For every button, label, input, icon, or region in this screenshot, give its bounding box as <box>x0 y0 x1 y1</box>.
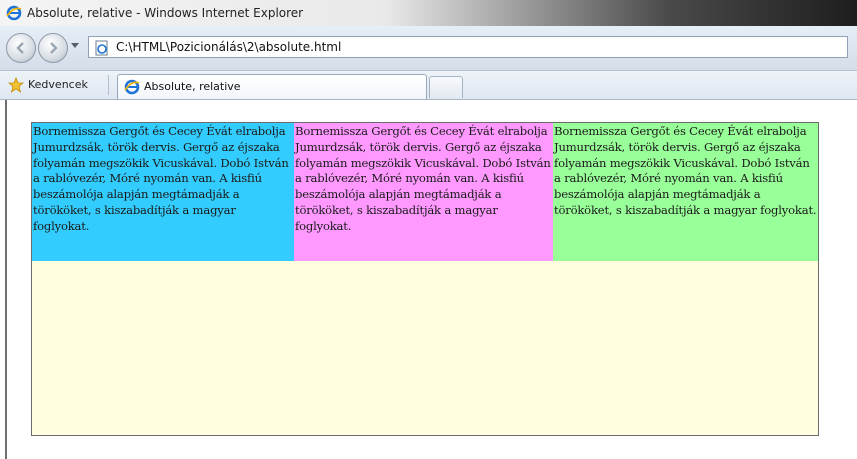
yellow-container: Bornemissza Gergőt és Cecey Évát elrabol… <box>31 122 819 436</box>
blue-text-box: Bornemissza Gergőt és Cecey Évát elrabol… <box>32 123 294 261</box>
back-arrow-icon <box>16 42 24 54</box>
favorites-star-icon <box>8 77 24 93</box>
viewport-left-border <box>5 100 7 459</box>
forward-button[interactable] <box>38 33 68 63</box>
new-tab-button[interactable] <box>429 76 463 98</box>
address-url: C:\HTML\Pozicionálás\2\absolute.html <box>116 40 342 54</box>
green-text-box: Bornemissza Gergőt és Cecey Évát elrabol… <box>553 123 818 261</box>
forward-arrow-icon <box>50 42 58 54</box>
window-title: Absolute, relative - Windows Internet Ex… <box>27 6 304 20</box>
pink-text-box: Bornemissza Gergőt és Cecey Évát elrabol… <box>294 123 553 261</box>
address-field[interactable]: C:\HTML\Pozicionálás\2\absolute.html <box>88 36 848 58</box>
tab-separator <box>108 75 109 95</box>
title-bar: Absolute, relative - Windows Internet Ex… <box>0 0 857 26</box>
navigation-bar: C:\HTML\Pozicionálás\2\absolute.html <box>0 26 857 71</box>
ie-tab-icon <box>124 79 140 95</box>
history-dropdown-icon[interactable] <box>71 43 79 49</box>
tab-bar: Kedvencek Absolute, relative <box>0 71 857 100</box>
favorites-label: Kedvencek <box>28 78 88 91</box>
back-button[interactable] <box>6 33 36 63</box>
tab-absolute-relative[interactable]: Absolute, relative <box>117 74 427 99</box>
page-icon <box>95 40 108 56</box>
tab-label: Absolute, relative <box>144 80 241 93</box>
ie-icon <box>6 5 22 21</box>
